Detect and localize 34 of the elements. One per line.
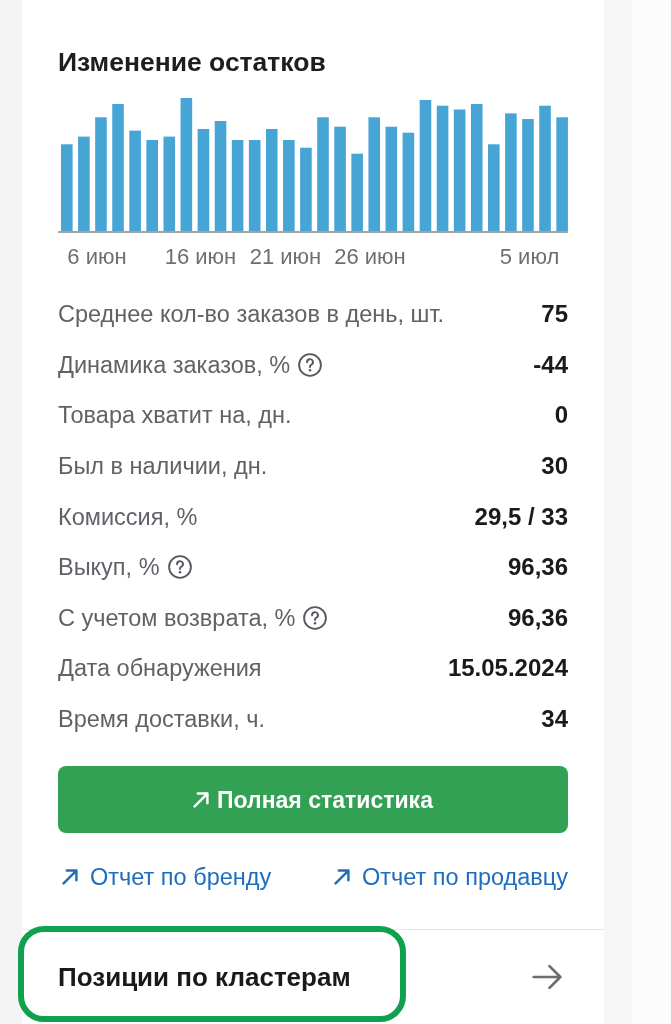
external-arrow-icon [62,869,78,886]
axis-label: 26 июн [334,244,406,269]
help-icon[interactable] [167,555,192,580]
stat-label: Комиссия, % [58,502,198,532]
stat-label: Динамика заказов, % [58,350,291,380]
report-link[interactable]: Отчет по бренду [62,862,272,893]
full-statistics-button[interactable]: Полная статистика [58,766,568,834]
stat-label: Среднее кол-во заказов в день, шт. [58,300,445,330]
help-icon[interactable] [303,605,328,630]
external-arrow-icon [193,791,210,808]
stat-value: 96,36 [507,602,568,633]
stat-label: С учетом возврата, % [58,603,296,633]
report-link[interactable]: Отчет по продавцу [334,862,568,893]
stat-value: 96,36 [507,552,568,583]
external-arrow-icon [334,869,350,886]
axis-label: 21 июн [249,244,322,269]
stat-label: Дата обнаружения [58,654,262,684]
chart-title: Изменение остатков [58,47,327,77]
section-title: Позиции по кластерам [58,962,351,993]
stat-label: Был в наличии, дн. [58,452,268,482]
stat-value: 15.05.2024 [447,653,568,684]
stat-value: 34 [541,704,568,735]
stat-value: 0 [554,400,568,431]
stat-value: -44 [533,349,568,380]
stat-label: Товара хватит на, дн. [58,401,292,431]
stat-label: Выкуп, % [58,553,160,583]
stat-value: 29,5 / 33 [474,501,568,532]
stat-label: Время доставки, ч. [58,705,266,735]
stat-value: 75 [541,299,568,330]
axis-label: 5 июл [499,244,560,269]
axis-label: 6 июн [67,244,127,269]
stat-value: 30 [541,451,568,482]
help-icon[interactable] [298,352,323,377]
axis-label: 16 июн [164,244,237,269]
